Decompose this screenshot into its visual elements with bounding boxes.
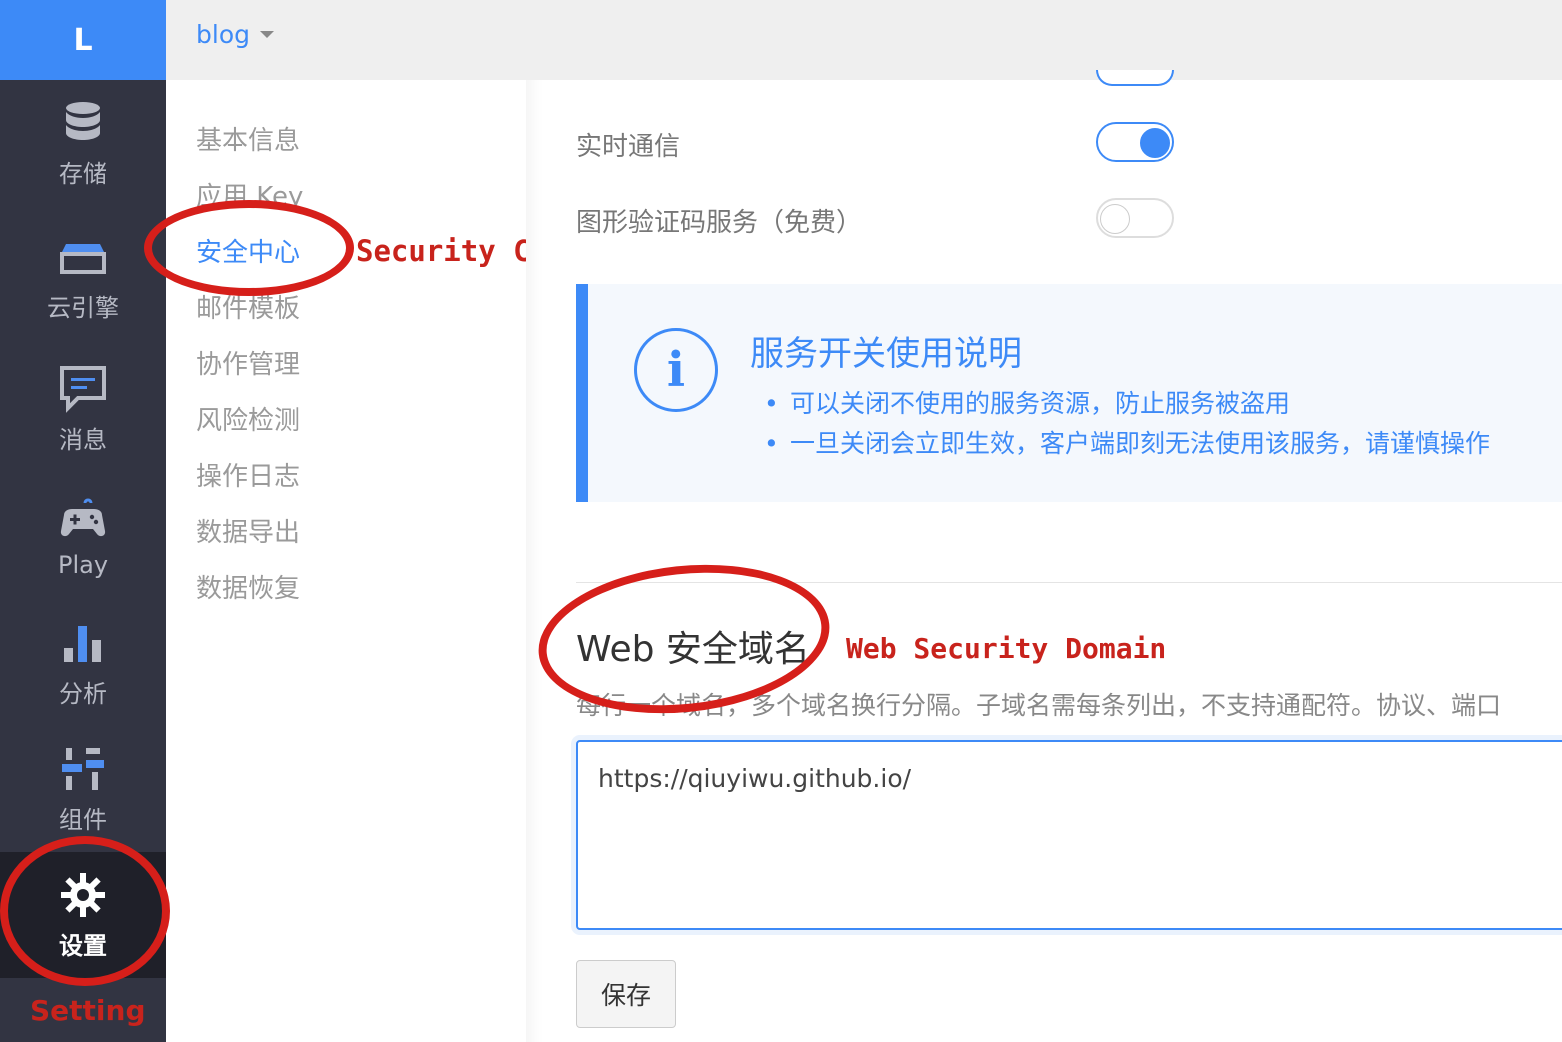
nav-label: 组件 — [59, 805, 107, 834]
nav-item-message[interactable]: 消息 — [0, 346, 166, 472]
gamepad-icon — [60, 498, 106, 537]
service-toggle-hidden[interactable] — [1096, 70, 1174, 86]
settings-submenu: 基本信息 应用 Key 安全中心 邮件模板 协作管理 风险检测 操作日志 数据导… — [166, 80, 526, 1042]
domain-hint: 每行一个域名，多个域名换行分隔。子域名需每条列出，不支持通配符。协议、端口 — [576, 691, 1502, 720]
nav-item-play[interactable]: Play — [0, 474, 166, 600]
nav-label: 分析 — [59, 679, 107, 708]
service-label: 实时通信 — [576, 132, 681, 162]
realtime-messaging-toggle[interactable] — [1096, 122, 1174, 162]
notice-title: 服务开关使用说明 — [750, 334, 1022, 374]
app-selector[interactable]: blog — [196, 20, 274, 49]
top-bar: blog — [166, 0, 1562, 80]
submenu-item-app-key[interactable]: 应用 Key — [196, 176, 303, 213]
submenu-item-collaboration[interactable]: 协作管理 — [196, 344, 300, 381]
service-switch-notice: i 服务开关使用说明 可以关闭不使用的服务资源，防止服务被盗用 一旦关闭会立即生… — [576, 284, 1562, 502]
web-security-domain-input[interactable]: https://qiuyiwu.github.io/ — [576, 740, 1562, 930]
bar-chart-icon — [64, 625, 101, 662]
nav-item-components[interactable]: 组件 — [0, 726, 166, 852]
notice-item: 可以关闭不使用的服务资源，防止服务被盗用 — [764, 384, 1490, 424]
info-icon: i — [634, 328, 718, 412]
main-content: 实时通信 图形验证码服务（免费） i 服务开关使用说明 可以关闭不使用的服务资源… — [526, 70, 1562, 1042]
components-icon — [62, 747, 104, 790]
toggle-knob — [1100, 204, 1130, 234]
app-name: blog — [196, 20, 250, 49]
submenu-item-email-templates[interactable]: 邮件模板 — [196, 288, 300, 325]
toggle-knob — [1140, 128, 1170, 158]
nav-item-cloud-engine[interactable]: 云引擎 — [0, 214, 166, 340]
gear-icon — [61, 872, 105, 917]
submenu-item-security-center[interactable]: 安全中心 — [196, 232, 300, 269]
submenu-item-risk-detection[interactable]: 风险检测 — [196, 400, 300, 437]
nav-label: 消息 — [59, 425, 107, 454]
submenu-item-data-export[interactable]: 数据导出 — [196, 512, 300, 549]
service-label: 图形验证码服务（免费） — [576, 208, 863, 238]
cloud-engine-icon — [60, 243, 106, 274]
nav-label: 云引擎 — [47, 293, 119, 322]
save-button[interactable]: 保存 — [576, 960, 676, 1028]
captcha-service-toggle[interactable] — [1096, 198, 1174, 238]
notice-list: 可以关闭不使用的服务资源，防止服务被盗用 一旦关闭会立即生效，客户端即刻无法使用… — [764, 384, 1490, 464]
annotation-web-security-domain: Web Security Domain — [846, 632, 1167, 665]
notice-item: 一旦关闭会立即生效，客户端即刻无法使用该服务，请谨慎操作 — [764, 424, 1490, 464]
annotation-setting: Setting — [30, 994, 146, 1027]
nav-label: 设置 — [59, 931, 107, 960]
app-root: L 存储 云引擎 消息 Play 分析 组件 设置 Setting blog 基… — [0, 0, 1562, 1042]
web-security-domain-title: Web 安全域名 — [576, 629, 810, 670]
submenu-item-data-restore[interactable]: 数据恢复 — [196, 568, 300, 605]
left-nav: L 存储 云引擎 消息 Play 分析 组件 设置 Setting — [0, 0, 166, 1042]
nav-item-storage[interactable]: 存储 — [0, 80, 166, 206]
submenu-item-basic-info[interactable]: 基本信息 — [196, 120, 300, 157]
app-logo[interactable]: L — [0, 0, 166, 80]
nav-item-analytics[interactable]: 分析 — [0, 600, 166, 726]
section-divider — [576, 582, 1562, 583]
nav-item-settings[interactable]: 设置 — [0, 852, 166, 978]
chevron-down-icon — [259, 31, 274, 38]
submenu-item-operation-log[interactable]: 操作日志 — [196, 456, 300, 493]
nav-label: Play — [57, 551, 109, 579]
database-icon — [66, 101, 100, 140]
nav-label: 存储 — [59, 159, 107, 188]
message-icon — [60, 365, 106, 413]
